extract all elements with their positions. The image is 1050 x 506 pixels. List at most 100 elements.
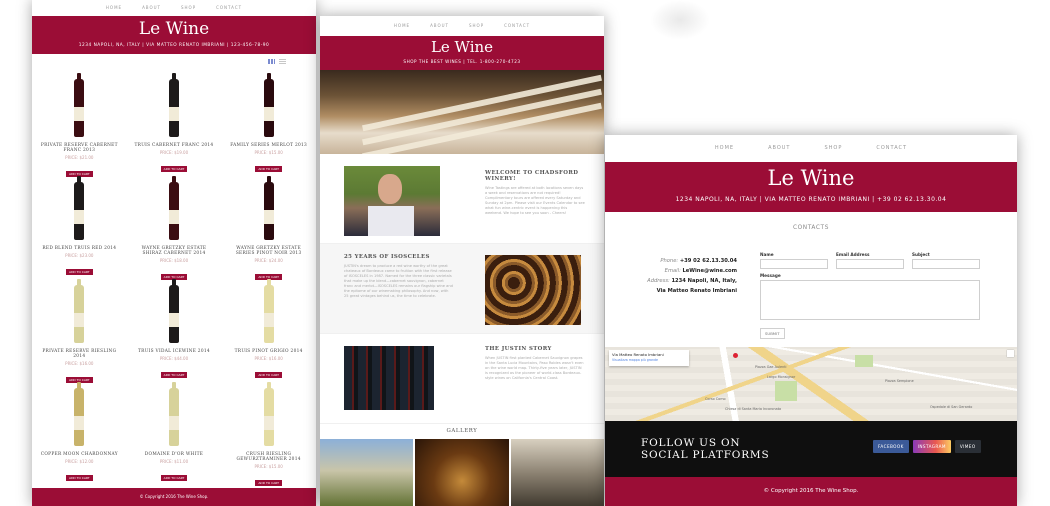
product-price: PRICE: $23.00 — [65, 253, 94, 258]
screenshot-stage: HOME ABOUT SHOP CONTACT Le Wine 1234 NAP… — [0, 0, 1050, 506]
instagram-button[interactable]: INSTAGRAM — [912, 440, 951, 453]
contact-nav: HOME ABOUT SHOP CONTACT — [605, 135, 1017, 162]
product-card[interactable]: CRUSH RIESLING GEWURZTRAMINER 2014 PRICE… — [221, 382, 316, 487]
gallery — [320, 439, 604, 506]
nav-home[interactable]: HOME — [715, 135, 734, 162]
product-price: PRICE: $11.00 — [159, 459, 189, 464]
email-field[interactable] — [836, 259, 904, 269]
location-map[interactable]: Via Matteo Renato Imbriani Visualizza ma… — [605, 347, 1017, 421]
site-logo[interactable]: Le Wine — [32, 19, 316, 39]
isosceles-section: 25 YEARS OF ISOSCELES JUSTIN's dream to … — [320, 244, 604, 334]
message-field[interactable] — [760, 280, 980, 320]
nav-contact[interactable]: CONTACT — [876, 135, 907, 162]
phone-value[interactable]: +39 02 62.13.30.04 — [680, 258, 737, 264]
about-nav: HOME ABOUT SHOP CONTACT — [320, 16, 604, 36]
gallery-image[interactable] — [415, 439, 509, 506]
nav-about[interactable]: ABOUT — [142, 0, 161, 16]
wine-bottle-icon — [74, 279, 85, 343]
nav-contact[interactable]: CONTACT — [216, 0, 242, 16]
section-body: JUSTIN's dream to produce a red wine wor… — [344, 264, 453, 298]
gallery-image[interactable] — [320, 439, 414, 506]
contact-form: Name Email Address Subject Message SUBMI… — [760, 252, 980, 339]
shop-page-mockup: HOME ABOUT SHOP CONTACT Le Wine 1234 NAP… — [32, 0, 316, 506]
add-to-cart-button[interactable]: ADD TO CART — [160, 166, 188, 172]
product-card[interactable]: TRUIS CABERNET FRANC 2014 PRICE: $19.00 … — [127, 73, 222, 178]
name-label: Name — [760, 252, 774, 257]
product-card[interactable]: TRUIS VIDAL ICEWINE 2014 PRICE: $44.00 A… — [127, 279, 222, 384]
subject-field[interactable] — [912, 259, 980, 269]
map-street-label: Piazza Sempione — [885, 379, 914, 383]
product-name: FAMILY SERIES MERLOT 2013 — [230, 143, 308, 148]
product-name: PRIVATE RESERVE RIESLING 2014 — [42, 349, 117, 359]
contact-info: Phone: +39 02 62.13.30.04 Email: LeWine@… — [645, 256, 737, 296]
product-name: WAYNE GRETZKY ESTATE SHIRAZ CABERNET 201… — [141, 246, 207, 256]
name-field[interactable] — [760, 259, 828, 269]
list-view-icon[interactable] — [279, 59, 286, 64]
nav-shop[interactable]: SHOP — [469, 16, 484, 36]
add-to-cart-button[interactable]: ADD TO CART — [160, 372, 188, 378]
product-name: PRIVATE RESERVE CABERNET FRANC 2013 — [40, 143, 118, 153]
product-price: PRICE: $18.00 — [159, 258, 189, 263]
add-to-cart-button[interactable]: ADD TO CART — [255, 166, 282, 172]
grid-view-icon[interactable] — [268, 59, 275, 64]
subject-label: Subject — [912, 252, 930, 257]
site-logo[interactable]: Le Wine — [605, 165, 1017, 191]
site-logo[interactable]: Le Wine — [320, 39, 604, 56]
product-card[interactable]: COPPER MOON CHARDONNAY PRICE: $12.00 ADD… — [32, 382, 127, 487]
background-smudge — [650, 0, 710, 40]
add-to-cart-button[interactable]: ADD TO CART — [66, 475, 93, 481]
product-card[interactable]: PRIVATE RESERVE CABERNET FRANC 2013 PRIC… — [32, 73, 127, 178]
product-price: PRICE: $16.00 — [254, 356, 283, 361]
add-to-cart-button[interactable]: ADD TO CART — [255, 480, 282, 486]
product-card[interactable]: TRUIS PINOT GRIGIO 2014 PRICE: $16.00 AD… — [221, 279, 316, 384]
header-address: 1234 NAPOLI, NA, ITALY | VIA MATTEO RENA… — [78, 43, 270, 48]
add-to-cart-button[interactable]: ADD TO CART — [66, 269, 93, 275]
fullscreen-icon[interactable] — [1007, 350, 1014, 357]
product-name: COPPER MOON CHARDONNAY — [40, 452, 118, 457]
add-to-cart-button[interactable]: ADD TO CART — [160, 475, 188, 481]
product-price: PRICE: $12.00 — [65, 459, 94, 464]
product-card[interactable]: FAMILY SERIES MERLOT 2013 PRICE: $15.00 … — [221, 73, 316, 178]
section-title: 25 YEARS OF ISOSCELES — [344, 254, 430, 260]
product-card[interactable]: WAYNE GRETZKY ESTATE SERIES PINOT NOIR 2… — [221, 176, 316, 281]
email-value[interactable]: LeWine@wine.com — [682, 268, 737, 274]
product-price: PRICE: $15.00 — [254, 464, 283, 469]
map-park — [855, 355, 873, 367]
header-tagline: SHOP THE BEST WINES | TEL. 1-800-270-472… — [403, 59, 521, 64]
map-info-popup: Via Matteo Renato Imbriani Visualizza ma… — [609, 350, 689, 366]
nav-about[interactable]: ABOUT — [430, 16, 449, 36]
contact-header: Le Wine 1234 NAPOLI, NA, ITALY | VIA MAT… — [605, 162, 1017, 212]
map-street-label: Largo Monsignor — [767, 375, 796, 379]
map-pin-icon[interactable] — [733, 353, 738, 358]
product-card[interactable]: WAYNE GRETZKY ESTATE SHIRAZ CABERNET 201… — [127, 176, 222, 281]
facebook-button[interactable]: FACEBOOK — [873, 440, 909, 453]
nav-contact[interactable]: CONTACT — [504, 16, 530, 36]
nav-shop[interactable]: SHOP — [824, 135, 842, 162]
product-card[interactable]: PRIVATE RESERVE RIESLING 2014 PRICE: $16… — [32, 279, 127, 384]
vimeo-button[interactable]: VIMEO — [954, 440, 981, 453]
wine-bottle-icon — [263, 176, 274, 240]
nav-about[interactable]: ABOUT — [768, 135, 790, 162]
contacts-title: CONTACTS — [793, 225, 829, 231]
section-body: Wine Tastings are offered at both locati… — [485, 186, 585, 215]
map-popup-link[interactable]: Visualizza mappa più grande — [612, 358, 658, 362]
email-label: Email: — [664, 268, 681, 274]
wine-bottle-icon — [168, 176, 179, 240]
add-to-cart-button[interactable]: ADD TO CART — [255, 372, 282, 378]
gallery-image[interactable] — [510, 439, 604, 506]
welcome-section: WELCOME TO CHADSFORD WINERY! Wine Tastin… — [320, 154, 604, 244]
map-popup-title: Via Matteo Renato Imbriani — [612, 352, 664, 357]
view-toggles — [268, 59, 286, 64]
product-price: PRICE: $15.00 — [254, 150, 283, 155]
submit-button[interactable]: SUBMIT — [760, 328, 785, 339]
product-card[interactable]: RED BLEND TRUIS RED 2014 PRICE: $23.00 A… — [32, 176, 127, 281]
product-card[interactable]: DOMAINE D'OR WHITE PRICE: $11.00 ADD TO … — [127, 382, 222, 487]
product-name: TRUIS VIDAL ICEWINE 2014 — [138, 349, 210, 354]
product-name: RED BLEND TRUIS RED 2014 — [42, 246, 117, 251]
nav-shop[interactable]: SHOP — [181, 0, 196, 16]
nav-home[interactable]: HOME — [394, 16, 410, 36]
contact-footer: © Copyright 2016 The Wine Shop. — [605, 477, 1017, 506]
nav-home[interactable]: HOME — [106, 0, 122, 16]
gallery-title: GALLERY — [446, 428, 478, 434]
wine-bottle-icon — [263, 382, 274, 446]
